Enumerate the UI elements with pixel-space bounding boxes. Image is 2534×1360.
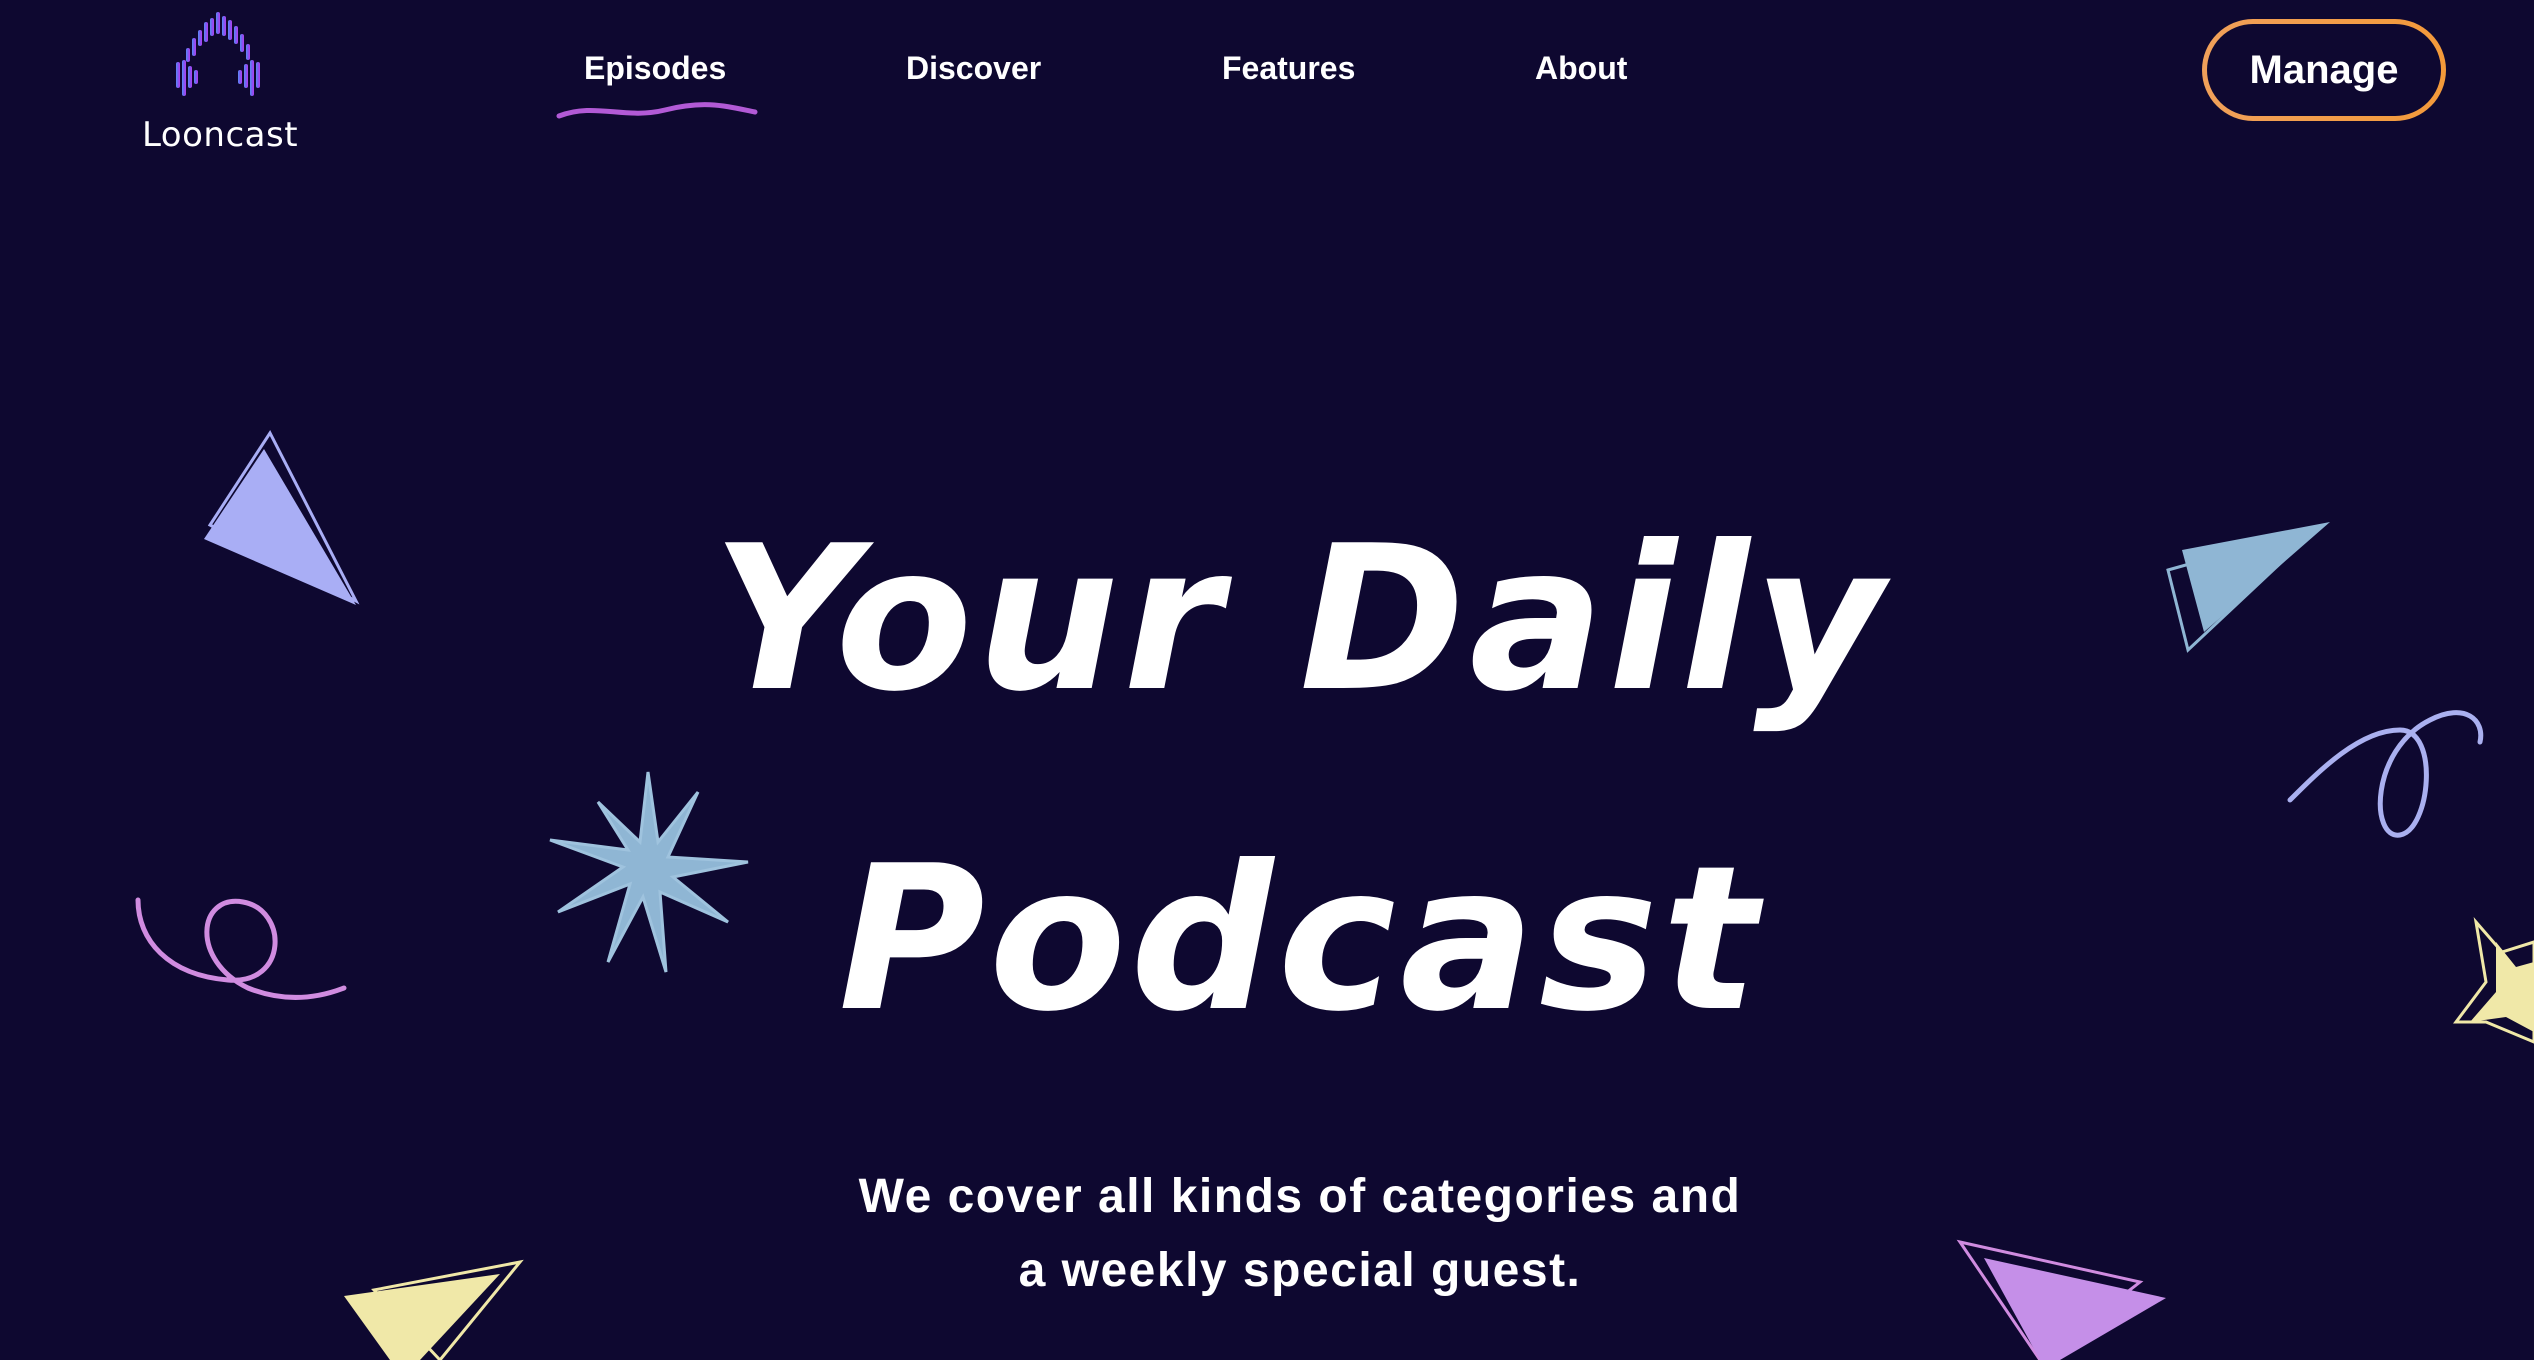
active-nav-underline (556, 102, 758, 119)
nav-episodes[interactable]: Episodes (584, 50, 726, 87)
nav-discover[interactable]: Discover (906, 50, 1041, 87)
star-decoration-right (2453, 916, 2534, 1044)
hero-subtitle-line2: a weekly special guest. (1018, 1244, 1582, 1297)
hero-title-line1: Your Daily (712, 503, 1888, 736)
nav-features[interactable]: Features (1222, 50, 1355, 87)
headphones-waveform-icon (176, 12, 260, 96)
hero-title-line2: Podcast (838, 823, 1762, 1056)
hero-subtitle: We cover all kinds of categories and a w… (700, 1160, 1900, 1308)
triangle-decoration-bottom-right (1956, 1239, 2166, 1360)
squiggle-decoration-left (135, 897, 347, 1000)
starburst-decoration (549, 771, 749, 973)
hero-subtitle-line1: We cover all kinds of categories and (858, 1170, 1742, 1223)
hero-title: Your Daily Podcast (600, 460, 2000, 1100)
squiggle-decoration-right (2287, 710, 2484, 838)
triangle-decoration-left (204, 430, 360, 605)
manage-button[interactable]: Manage (2202, 19, 2446, 121)
triangle-decoration-bottom-left (344, 1259, 524, 1360)
brand-name: Looncast (141, 115, 299, 155)
brand-logo[interactable]: Looncast (140, 10, 300, 155)
nav-about[interactable]: About (1535, 50, 1627, 87)
triangle-decoration-right (2166, 522, 2330, 653)
